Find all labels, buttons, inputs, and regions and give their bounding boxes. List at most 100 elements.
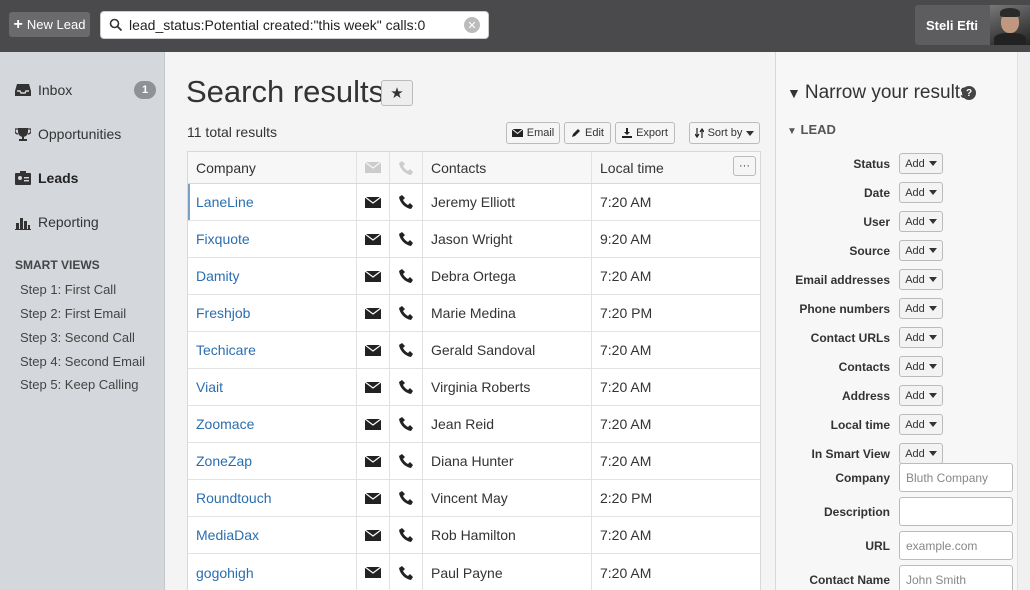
call-action-icon[interactable] <box>390 184 423 220</box>
new-lead-button[interactable]: + New Lead <box>9 12 90 37</box>
table-row[interactable]: Viait Virginia Roberts 7:20 AM <box>188 369 760 406</box>
table-row[interactable]: Freshjob Marie Medina 7:20 PM <box>188 295 760 332</box>
table-row[interactable]: LaneLine Jeremy Elliott 7:20 AM <box>188 184 760 221</box>
export-button[interactable]: Export <box>615 122 675 144</box>
add-filter-button[interactable]: Add <box>899 327 943 348</box>
chevron-down-icon <box>746 130 755 136</box>
add-filter-button[interactable]: Add <box>899 182 943 203</box>
clear-search-icon[interactable]: ✕ <box>464 17 480 33</box>
column-header-contacts[interactable]: Contacts <box>423 152 592 183</box>
smart-view-item[interactable]: Step 2: First Email <box>20 306 126 321</box>
local-time: 7:20 AM <box>600 527 652 543</box>
add-filter-button[interactable]: Add <box>899 385 943 406</box>
sidebar-item-inbox[interactable]: Inbox 1 <box>14 75 156 105</box>
table-row[interactable]: gogohigh Paul Payne 7:20 AM <box>188 554 760 590</box>
add-filter-button[interactable]: Add <box>899 443 943 464</box>
company-link[interactable]: Freshjob <box>196 305 250 321</box>
local-time: 7:20 AM <box>600 268 652 284</box>
add-label: Add <box>905 186 925 199</box>
email-action-icon[interactable] <box>357 443 390 479</box>
table-row[interactable]: ZoneZap Diana Hunter 7:20 AM <box>188 443 760 480</box>
add-filter-button[interactable]: Add <box>899 356 943 377</box>
call-action-icon[interactable] <box>390 258 423 294</box>
narrow-results-toggle[interactable]: ▼ Narrow your results <box>787 82 970 104</box>
filter-input-description[interactable] <box>899 497 1013 526</box>
add-filter-button[interactable]: Add <box>899 153 943 174</box>
email-action-icon[interactable] <box>357 184 390 220</box>
sort-by-button[interactable]: Sort by <box>689 122 760 144</box>
smart-view-item[interactable]: Step 4: Second Email <box>20 354 145 369</box>
call-action-icon[interactable] <box>390 369 423 405</box>
table-row[interactable]: Roundtouch Vincent May 2:20 PM <box>188 480 760 517</box>
company-link[interactable]: LaneLine <box>196 194 254 210</box>
contact-name: Paul Payne <box>423 554 592 590</box>
call-action-icon[interactable] <box>390 406 423 442</box>
save-search-button[interactable]: ★ <box>381 80 413 106</box>
sidebar-item-opportunities[interactable]: Opportunities <box>14 119 156 149</box>
company-link[interactable]: Viait <box>196 379 223 395</box>
contact-name: Jason Wright <box>423 221 592 257</box>
call-action-icon[interactable] <box>390 332 423 368</box>
table-row[interactable]: MediaDax Rob Hamilton 7:20 AM <box>188 517 760 554</box>
sidebar-item-label: Reporting <box>38 214 99 230</box>
filter-input-contact-name[interactable] <box>899 565 1013 590</box>
contact-name: Jean Reid <box>423 406 592 442</box>
add-filter-button[interactable]: Add <box>899 414 943 435</box>
sort-icon <box>694 128 704 138</box>
column-options-button[interactable]: ··· <box>733 156 756 176</box>
smart-view-item[interactable]: Step 3: Second Call <box>20 330 135 345</box>
sidebar-item-leads[interactable]: Leads <box>14 163 156 193</box>
local-time: 7:20 AM <box>600 453 652 469</box>
call-action-icon[interactable] <box>390 480 423 516</box>
company-link[interactable]: MediaDax <box>196 527 259 543</box>
call-action-icon[interactable] <box>390 517 423 553</box>
company-link[interactable]: Zoomace <box>196 416 254 432</box>
email-action-icon[interactable] <box>357 480 390 516</box>
smart-view-item[interactable]: Step 1: First Call <box>20 282 116 297</box>
email-action-icon[interactable] <box>357 369 390 405</box>
add-label: Add <box>905 302 925 315</box>
local-time: 9:20 AM <box>600 231 652 247</box>
table-row[interactable]: Techicare Gerald Sandoval 7:20 AM <box>188 332 760 369</box>
chevron-down-icon <box>928 422 937 427</box>
email-action-icon[interactable] <box>357 406 390 442</box>
call-action-icon[interactable] <box>390 221 423 257</box>
add-label: Add <box>905 273 925 286</box>
help-icon[interactable]: ? <box>962 86 976 100</box>
table-row[interactable]: Fixquote Jason Wright 9:20 AM <box>188 221 760 258</box>
company-link[interactable]: Damity <box>196 268 240 284</box>
email-action-icon[interactable] <box>357 221 390 257</box>
table-row[interactable]: Damity Debra Ortega 7:20 AM <box>188 258 760 295</box>
user-menu[interactable]: Steli Efti <box>915 5 1030 45</box>
add-filter-button[interactable]: Add <box>899 298 943 319</box>
sidebar-item-reporting[interactable]: Reporting <box>14 207 156 237</box>
email-button[interactable]: Email <box>506 122 560 144</box>
call-action-icon[interactable] <box>390 443 423 479</box>
add-filter-button[interactable]: Add <box>899 240 943 261</box>
email-action-icon[interactable] <box>357 517 390 553</box>
company-link[interactable]: ZoneZap <box>196 453 252 469</box>
filter-input-company[interactable] <box>899 463 1013 492</box>
company-link[interactable]: Roundtouch <box>196 490 272 506</box>
email-action-icon[interactable] <box>357 258 390 294</box>
company-link[interactable]: Techicare <box>196 342 256 358</box>
company-link[interactable]: gogohigh <box>196 565 254 581</box>
table-row[interactable]: Zoomace Jean Reid 7:20 AM <box>188 406 760 443</box>
add-filter-button[interactable]: Add <box>899 269 943 290</box>
search-input[interactable] <box>129 17 464 33</box>
email-action-icon[interactable] <box>357 295 390 331</box>
email-action-icon[interactable] <box>357 554 390 590</box>
email-action-icon[interactable] <box>357 332 390 368</box>
add-filter-button[interactable]: Add <box>899 211 943 232</box>
scrollbar[interactable] <box>1017 52 1030 590</box>
edit-button[interactable]: Edit <box>564 122 611 144</box>
filter-input-url[interactable] <box>899 531 1013 560</box>
call-action-icon[interactable] <box>390 554 423 590</box>
call-action-icon[interactable] <box>390 295 423 331</box>
smart-view-item[interactable]: Step 5: Keep Calling <box>20 377 139 392</box>
column-header-local-time[interactable]: Local time <box>600 160 664 176</box>
lead-section-toggle[interactable]: ▼ LEAD <box>787 122 836 137</box>
company-link[interactable]: Fixquote <box>196 231 250 247</box>
trophy-icon <box>14 126 31 142</box>
column-header-company[interactable]: Company <box>188 152 357 183</box>
